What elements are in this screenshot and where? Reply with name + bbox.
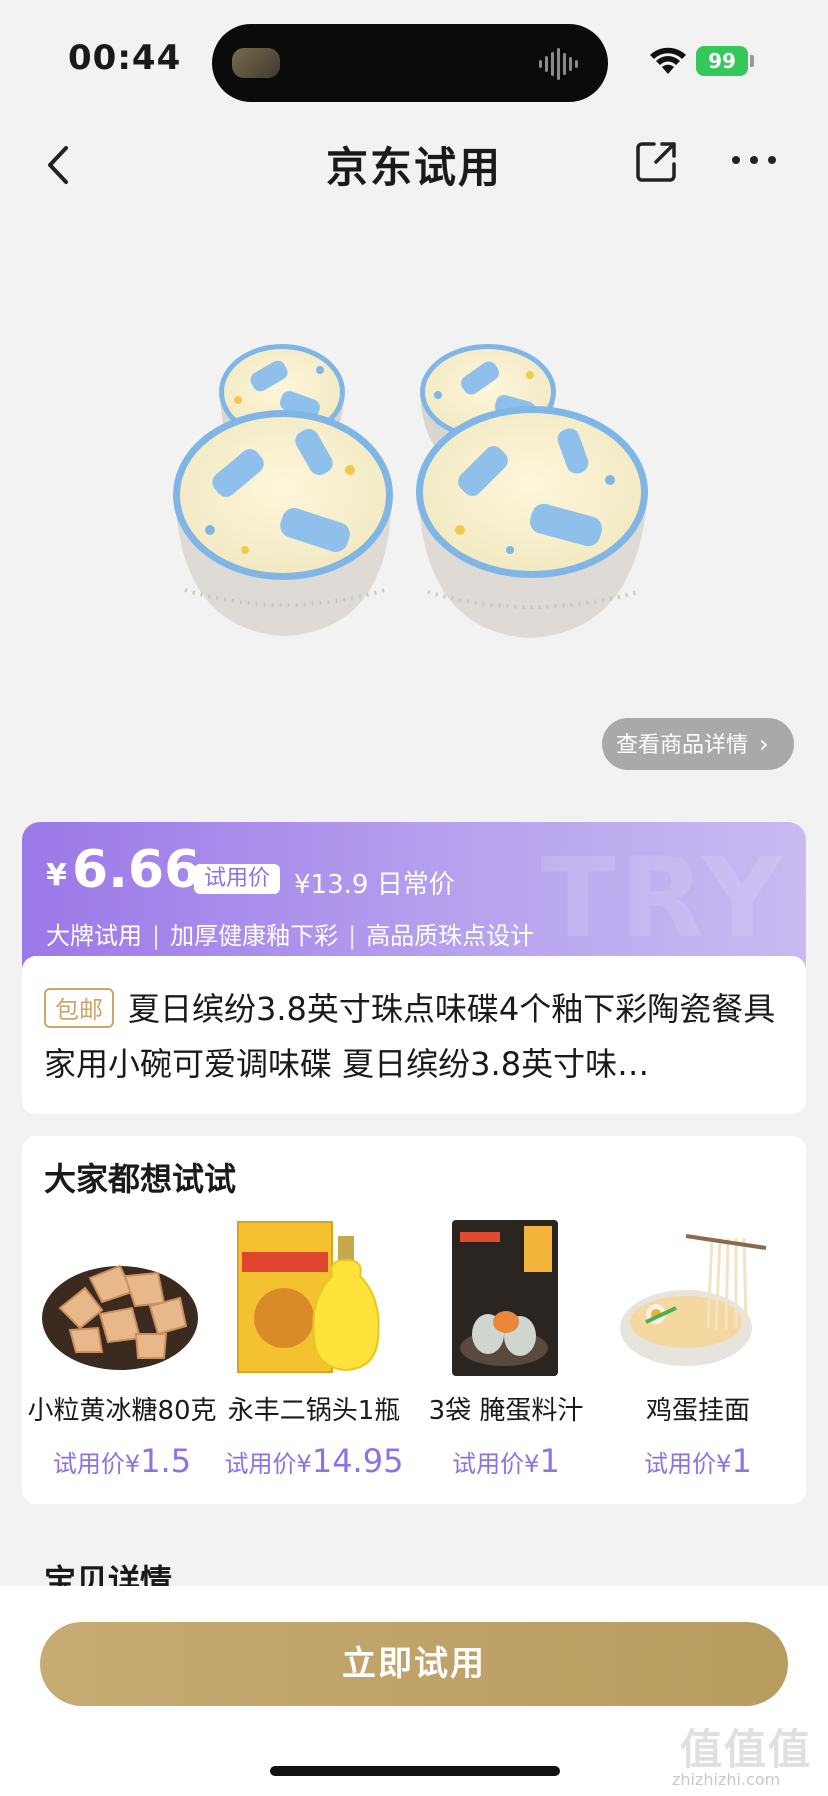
share-icon[interactable]	[634, 138, 680, 184]
audio-wave-icon	[539, 48, 578, 80]
view-details-label: 查看商品详情	[616, 733, 749, 758]
suggestion-price: 试用价¥1	[452, 1442, 560, 1480]
suggestion-item[interactable]: 鸡蛋挂面 试用价¥1	[598, 1218, 784, 1488]
egg-sauce-image	[452, 1220, 558, 1376]
feature-list: 大牌试用 | 加厚健康釉下彩 | 高品质珠点设计	[46, 916, 534, 951]
product-title: 夏日缤纷3.8英寸珠点味碟4个釉下彩陶瓷餐具家用小碗可爱调味碟 夏日缤纷3.8英…	[44, 990, 776, 1083]
suggestions-list: 小粒黄冰糖80克 试用价¥1.5 永丰二锅头1瓶 试用价¥14.95 3袋 腌蛋…	[22, 1218, 806, 1488]
status-time: 00:44	[68, 38, 182, 78]
site-watermark-url: zhizhizhi.com	[672, 1770, 781, 1789]
product-title-card: 包邮 夏日缤纷3.8英寸珠点味碟4个釉下彩陶瓷餐具家用小碗可爱调味碟 夏日缤纷3…	[22, 956, 806, 1114]
dynamic-island	[212, 24, 608, 102]
suggestion-item[interactable]: 小粒黄冰糖80克 试用价¥1.5	[22, 1218, 217, 1488]
suggestion-price: 试用价¥1	[644, 1442, 752, 1480]
suggestions-card: 大家都想试试 小粒黄冰糖80克 试用价¥1.5 永丰二锅头1瓶 试用价¥14.9…	[22, 1136, 806, 1504]
chevron-right-icon: ›	[759, 730, 769, 758]
original-price: ¥13.9 日常价	[294, 870, 455, 900]
wifi-icon	[650, 47, 686, 74]
feature-item: 高品质珠点设计	[366, 922, 535, 950]
suggestion-name: 永丰二锅头1瓶	[227, 1396, 401, 1426]
suggestion-price: 试用价¥1.5	[52, 1442, 192, 1480]
more-icon[interactable]	[730, 152, 778, 168]
status-bar: 00:44 99	[0, 0, 828, 124]
site-watermark: 值值值	[680, 1725, 813, 1774]
suggestion-price: 试用价¥14.95	[224, 1442, 404, 1480]
battery-tip	[750, 55, 754, 67]
trial-price: 6.66	[72, 840, 201, 900]
price-currency: ¥	[46, 858, 67, 893]
battery-icon: 99	[696, 46, 748, 76]
product-image[interactable]	[170, 340, 660, 680]
feature-separator: |	[152, 922, 161, 950]
suggestions-title: 大家都想试试	[44, 1160, 237, 1198]
feature-item: 加厚健康釉下彩	[170, 922, 339, 950]
suggestion-item[interactable]: 3袋 腌蛋料汁 试用价¥1	[406, 1218, 592, 1488]
view-details-button[interactable]: 查看商品详情 ›	[602, 718, 794, 770]
bottom-bar: 立即试用 值值值 zhizhizhi.com	[0, 1586, 828, 1796]
nav-bar: 京东试用	[0, 124, 828, 214]
try-watermark: TRY	[540, 834, 786, 962]
feature-item: 大牌试用	[46, 922, 142, 950]
suggestion-item[interactable]: 永丰二锅头1瓶 试用价¥14.95	[214, 1218, 403, 1488]
home-indicator	[270, 1766, 560, 1776]
suggestion-name: 3袋 腌蛋料汁	[428, 1396, 584, 1426]
try-now-button[interactable]: 立即试用	[40, 1622, 788, 1706]
live-activity-thumbnail	[232, 48, 280, 78]
page-title: 京东试用	[325, 143, 502, 192]
suggestion-name: 小粒黄冰糖80克	[27, 1396, 217, 1426]
liquor-bottle-image	[237, 1221, 380, 1373]
noodles-image	[620, 1234, 767, 1366]
suggestion-name: 鸡蛋挂面	[645, 1396, 750, 1426]
trial-price-tag: 试用价	[194, 864, 280, 894]
feature-separator: |	[348, 922, 357, 950]
rock-sugar-image	[42, 1264, 198, 1370]
